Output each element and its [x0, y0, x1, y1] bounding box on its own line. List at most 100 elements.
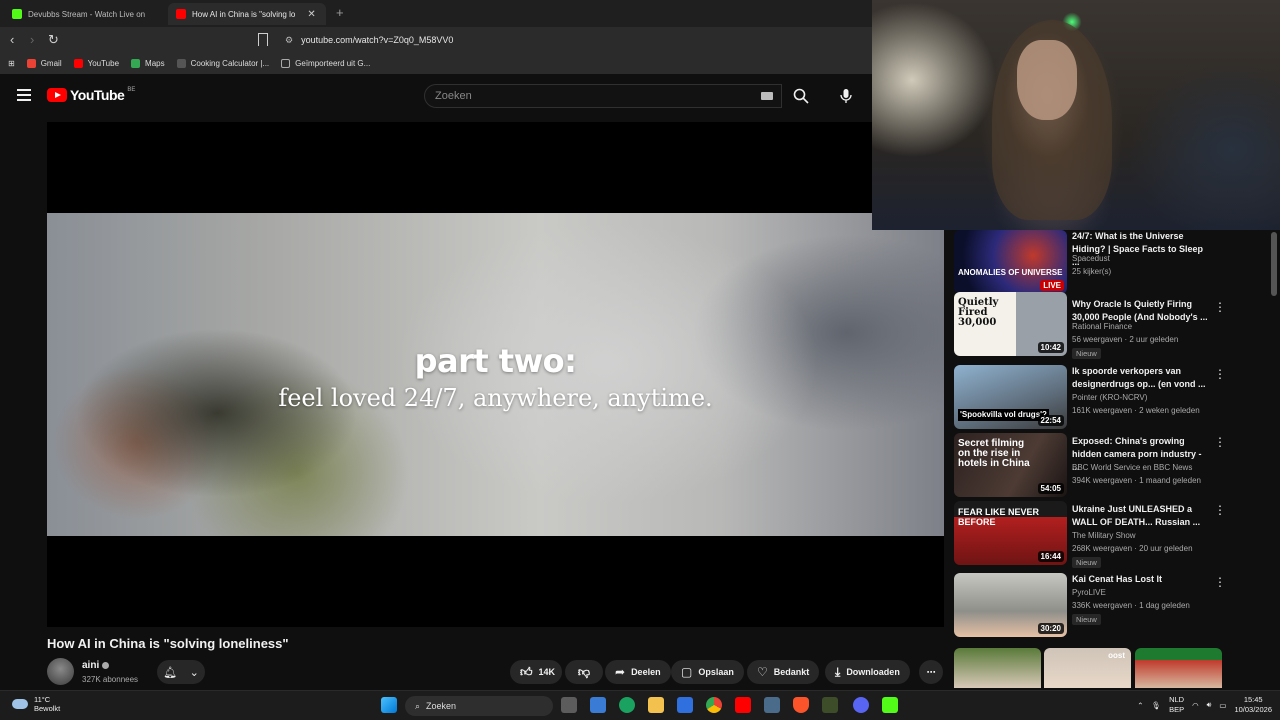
obs-icon[interactable] [822, 697, 838, 713]
short-thumbnail[interactable] [1135, 648, 1222, 688]
bookmark-gmail[interactable]: Gmail [21, 59, 68, 68]
site-info-icon[interactable]: ⚙ [285, 35, 293, 46]
download-icon: ⤓ [835, 664, 841, 679]
recommendation-item[interactable]: ANOMALIES OF UNIVERSE LIVE 24/7: What is… [954, 230, 1264, 296]
gmail-icon [26, 59, 36, 68]
bell-icon: 🔔︎ [163, 666, 178, 679]
bookmark-label: YouTube [87, 59, 120, 68]
wifi-icon[interactable]: ◠ [1192, 701, 1199, 710]
kick-app-icon[interactable] [882, 697, 898, 713]
cloud-icon [12, 699, 28, 709]
more-options-icon[interactable]: ⋮ [1214, 575, 1226, 589]
recommendation-item[interactable]: FEAR LIKE NEVER BEFORE 16:44 Ukraine Jus… [954, 501, 1264, 568]
calculator-icon[interactable] [764, 697, 780, 713]
download-label: Downloaden [846, 667, 900, 677]
verified-icon [102, 661, 110, 669]
channel-avatar[interactable] [47, 658, 74, 685]
clock-time: 15:45 [1243, 695, 1263, 704]
tab-devubbs-stream[interactable]: Devubbs Stream - Watch Live on [4, 3, 164, 25]
channel-name[interactable]: aini [82, 660, 110, 671]
volume-icon[interactable]: 🔊︎ [1207, 700, 1212, 710]
url-field[interactable]: ⚙ youtube.com/watch?v=Z0q0_M58VV0 [277, 30, 867, 50]
bookmark-icon[interactable] [258, 33, 268, 46]
more-actions-button[interactable]: ⋯ [919, 660, 943, 684]
thanks-button[interactable]: ♡ Bedankt [747, 660, 820, 684]
dislike-button[interactable]: 👎︎ [565, 660, 603, 684]
keyboard-layout: BEP [1169, 705, 1185, 714]
short-thumbnail[interactable] [954, 648, 1041, 688]
more-options-icon[interactable]: ⋮ [1214, 300, 1226, 314]
recommendation-item[interactable]: Quietly Fired 30,000 10:42 Why Oracle Is… [954, 292, 1264, 359]
short-thumbnail[interactable]: oost [1044, 648, 1131, 688]
battery-icon[interactable]: ▭ [1219, 701, 1226, 710]
duration-badge: 54:05 [1037, 483, 1064, 494]
recommendation-thumbnail[interactable]: ANOMALIES OF UNIVERSE LIVE [954, 230, 1067, 294]
mail-icon[interactable] [677, 697, 693, 713]
discord-icon[interactable] [853, 697, 869, 713]
recommendation-channel[interactable]: The Military Show [1072, 531, 1136, 540]
recommendation-title: 24/7: What is the Universe Hiding? | Spa… [1072, 231, 1204, 267]
recommendation-thumbnail[interactable]: 30:20 [954, 573, 1067, 637]
microphone-tray-icon[interactable]: 🎙︎ [1152, 701, 1162, 710]
weather-widget[interactable]: 11°C Bewolkt [12, 695, 60, 713]
recommendation-thumbnail[interactable]: Quietly Fired 30,000 10:42 [954, 292, 1067, 356]
webcam-person-face [1017, 40, 1077, 120]
more-options-icon[interactable]: ⋮ [1214, 435, 1226, 449]
reload-icon[interactable]: ↻ [48, 32, 59, 48]
video-player[interactable]: part two: feel loved 24/7, anywhere, any… [47, 122, 944, 627]
recommendation-channel[interactable]: Spacedust [1072, 254, 1110, 263]
recommendation-thumbnail[interactable]: 'Spookvilla vol drugs'? 22:54 [954, 365, 1067, 429]
search-input[interactable]: Zoeken [424, 84, 782, 108]
save-button[interactable]: ▢ Opslaan [671, 660, 744, 684]
recommendation-item[interactable]: 'Spookvilla vol drugs'? 22:54 Ik spoorde… [954, 365, 1264, 431]
new-tab-button[interactable]: + [336, 5, 344, 20]
apps-grid-icon[interactable]: ⊞ [0, 59, 21, 68]
recommendation-thumbnail[interactable]: FEAR LIKE NEVER BEFORE 16:44 [954, 501, 1067, 565]
youtube-app-icon[interactable] [735, 697, 751, 713]
thumbnail-text: FEAR LIKE NEVER BEFORE [958, 507, 1040, 527]
thumbnail-text: Secret filming on the rise in hotels in … [958, 438, 1030, 469]
tab-youtube-video[interactable]: How AI in China is "solving lo ✕ [168, 3, 326, 25]
download-button[interactable]: ⤓ Downloaden [825, 660, 910, 684]
recommendation-channel[interactable]: Pointer (KRO-NCRV) [1072, 393, 1147, 402]
file-explorer-icon[interactable] [648, 697, 664, 713]
taskbar-search[interactable]: ⌕ Zoeken [405, 696, 553, 716]
recommendation-channel[interactable]: Rational Finance [1072, 322, 1132, 331]
sidebar-scrollbar[interactable] [1271, 232, 1277, 296]
more-options-icon[interactable]: ⋮ [1214, 503, 1226, 517]
voice-search-button[interactable] [833, 84, 859, 108]
tray-chevron-icon[interactable]: ⌃ [1137, 701, 1143, 710]
recommendation-item[interactable]: Secret filming on the rise in hotels in … [954, 433, 1264, 499]
back-icon[interactable]: ‹ [10, 32, 14, 47]
share-button[interactable]: ➦ Deelen [605, 660, 671, 684]
bookmark-cooking-calculator[interactable]: Cooking Calculator |... [171, 59, 276, 68]
close-tab-icon[interactable]: ✕ [307, 9, 315, 20]
recommendation-item[interactable]: 30:20 Kai Cenat Has Lost It PyroLIVE 336… [954, 573, 1264, 639]
overlay-line-2: feel loved 24/7, anywhere, anytime. [278, 384, 713, 412]
store-icon[interactable] [590, 697, 606, 713]
search-button[interactable] [786, 84, 816, 108]
recommendation-thumbnail[interactable]: Secret filming on the rise in hotels in … [954, 433, 1067, 497]
more-options-icon[interactable]: ⋮ [1214, 367, 1226, 381]
menu-icon[interactable] [17, 89, 31, 101]
recommendation-channel[interactable]: BBC World Service en BBC News [1072, 463, 1192, 472]
keyboard-icon[interactable] [761, 92, 773, 100]
bookmark-maps[interactable]: Maps [125, 59, 171, 68]
windows-start-icon[interactable] [381, 697, 397, 713]
recommendation-channel[interactable]: PyroLIVE [1072, 588, 1106, 597]
edge-icon[interactable] [619, 697, 635, 713]
task-view-icon[interactable] [561, 697, 577, 713]
chrome-icon[interactable] [706, 697, 722, 713]
language-indicator[interactable]: NLD BEP [1169, 695, 1184, 715]
tab-label: How AI in China is "solving lo [192, 9, 296, 19]
forward-icon[interactable]: › [30, 32, 34, 47]
brave-icon[interactable] [793, 697, 809, 713]
share-label: Deelen [631, 667, 661, 677]
bookmark-youtube[interactable]: YouTube [68, 59, 125, 68]
subscription-bell-button[interactable]: 🔔︎ ⌄ [157, 660, 205, 684]
youtube-logo[interactable]: YouTube BE [47, 87, 135, 103]
like-button[interactable]: 👍︎ 14K [510, 660, 562, 684]
weather-status: Bewolkt [34, 704, 61, 713]
bookmark-folder-imported[interactable]: Geïmporteerd uit G... [275, 59, 376, 68]
clock[interactable]: 15:45 10/03/2026 [1234, 695, 1272, 715]
